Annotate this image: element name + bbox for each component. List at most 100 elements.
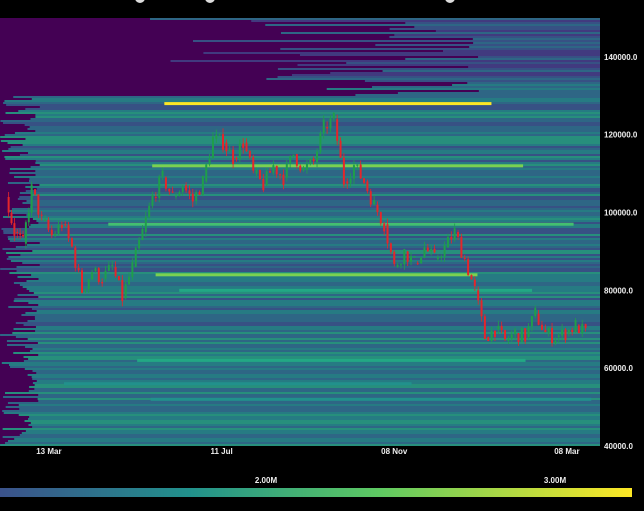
candle-body — [493, 330, 496, 337]
candle-body — [242, 143, 245, 148]
heat-stripe — [291, 74, 600, 76]
candle-body — [151, 194, 154, 206]
x-tick-label: 08 Mar — [554, 447, 579, 456]
candle-body — [413, 256, 416, 258]
candle-body — [443, 245, 446, 257]
candle-body — [574, 320, 577, 333]
candle-body — [131, 262, 134, 277]
heat-stripe — [2, 248, 601, 250]
heat-stripe — [14, 132, 600, 134]
liquidity-heatmap-chart: 40000.0 60000.0 80000.0 100000.0 120000.0 140… — [0, 18, 638, 497]
heat-stripe — [14, 438, 601, 440]
heat-stripe — [6, 340, 600, 342]
candle-body — [215, 134, 218, 139]
heat-stripe — [34, 318, 600, 320]
heat-stripe — [28, 302, 600, 304]
heat-stripe — [39, 106, 600, 108]
heat-stripe — [22, 202, 601, 204]
candle-body — [292, 154, 295, 157]
heat-stripe — [6, 252, 600, 254]
heat-stripe — [2, 410, 600, 412]
heat-stripe — [19, 154, 600, 156]
y-tick-label: 100000.0 — [604, 209, 638, 218]
heat-stripe — [0, 140, 600, 142]
heat-stripe — [19, 434, 600, 436]
y-tick-label: 40000.0 — [604, 442, 633, 451]
candle-body — [517, 333, 520, 343]
heat-stripe — [16, 266, 600, 268]
heat-stripe — [0, 334, 600, 336]
heat-stripe — [10, 146, 600, 148]
heat-stripe — [375, 44, 600, 46]
heat-stripe — [389, 28, 600, 30]
candle-body — [571, 329, 574, 333]
heat-stripe — [10, 260, 601, 262]
heat-stripe — [8, 256, 600, 258]
heat-stripe — [355, 94, 600, 96]
colorbar-ticks: 2.00M 3.00M — [255, 476, 567, 485]
candle-body — [373, 200, 376, 205]
heat-stripe — [4, 134, 600, 136]
heat-stripe — [192, 40, 600, 42]
candle-body — [305, 163, 308, 170]
candle-body — [487, 337, 490, 341]
candle-body — [19, 233, 22, 235]
candle-body — [228, 149, 231, 152]
heat-stripe — [31, 376, 601, 378]
candle-body — [54, 233, 57, 236]
heat-stripe — [11, 212, 601, 214]
legend-dot-icon — [445, 0, 455, 3]
heat-stripe — [18, 414, 600, 416]
candle-body — [366, 181, 369, 192]
candle-body — [436, 257, 439, 260]
heat-stripe — [389, 36, 600, 38]
heat-stripe — [29, 386, 601, 388]
heat-stripe — [414, 26, 600, 28]
legend-dot-icon — [205, 0, 215, 3]
candle-body — [134, 248, 137, 268]
heat-stripe — [26, 280, 600, 282]
candle-body — [467, 259, 470, 275]
x-axis: 13 Mar 11 Jul 08 Nov 08 Mar — [36, 447, 579, 456]
candle-body — [87, 279, 90, 290]
heat-stripe — [14, 298, 600, 300]
heat-stripe — [170, 60, 600, 62]
heat-stripe — [28, 390, 600, 392]
heat-stripe — [35, 116, 601, 118]
heat-stripe — [35, 174, 600, 176]
heat-stripe — [5, 158, 601, 160]
heat-stripe — [0, 120, 601, 122]
heat-stripe — [32, 250, 600, 252]
heat-stripe — [280, 32, 600, 34]
candle-body — [457, 232, 460, 237]
candle-body — [376, 204, 379, 213]
candle-body — [272, 165, 275, 173]
candle-body — [171, 191, 174, 193]
candle-body — [128, 276, 131, 285]
heat-stripe — [1, 228, 601, 230]
candle-body — [346, 181, 349, 184]
candle-body — [393, 251, 396, 264]
heat-stripe — [266, 78, 600, 80]
heat-stripe — [23, 324, 601, 326]
candle-body — [121, 280, 124, 302]
candle-body — [530, 316, 533, 327]
colorbar-tick-label: 3.00M — [544, 476, 567, 485]
heat-stripe — [405, 58, 600, 60]
heat-stripe — [32, 378, 601, 380]
heat-stripe — [29, 178, 601, 180]
candle-body — [440, 256, 443, 258]
heat-stripe — [36, 380, 600, 382]
legend-top — [110, 0, 510, 7]
heat-stripe — [24, 368, 601, 370]
heat-stripe — [26, 214, 601, 216]
heat-stripe — [7, 182, 600, 184]
candle-body — [446, 236, 449, 248]
candle-body — [269, 171, 272, 173]
heat-stripe — [7, 402, 600, 404]
heat-stripe — [397, 92, 600, 94]
candle-body — [510, 334, 513, 339]
candle-body — [490, 330, 493, 341]
candle-body — [16, 232, 19, 234]
heat-stripe — [27, 374, 600, 376]
